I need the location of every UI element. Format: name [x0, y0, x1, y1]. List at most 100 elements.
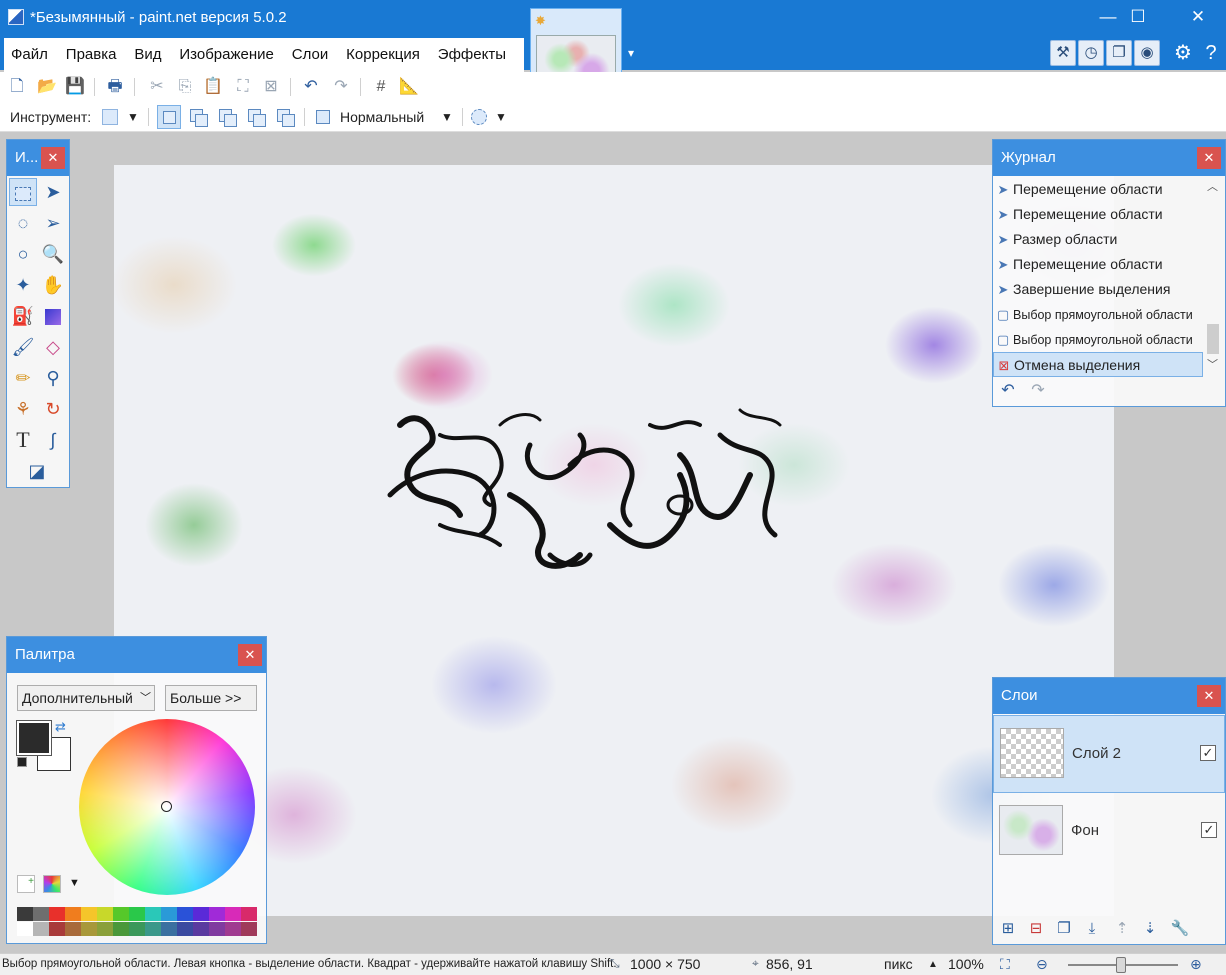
layer-item[interactable]: Фон ✓ [993, 793, 1225, 871]
history-item[interactable]: ➤ Перемещение области [993, 177, 1203, 202]
history-undo-icon[interactable]: ↶ [997, 380, 1019, 402]
palette-color-swatch[interactable] [97, 922, 113, 936]
antialiasing-icon[interactable] [468, 106, 490, 128]
palette-color-swatch[interactable] [209, 907, 225, 921]
blend-mode-value[interactable]: Нормальный [340, 109, 424, 125]
lasso-select-tool-icon[interactable]: ◌ [9, 209, 37, 237]
menu-image[interactable]: Изображение [172, 38, 281, 72]
menu-layers[interactable]: Слои [285, 38, 335, 72]
help-icon[interactable]: ? [1198, 40, 1224, 66]
history-redo-icon[interactable]: ↷ [1027, 380, 1049, 402]
units-dropdown-icon[interactable]: ▲ [928, 959, 938, 970]
history-window-close-button[interactable]: ✕ [1197, 147, 1221, 169]
primary-color-swatch[interactable] [16, 720, 52, 756]
rectangle-select-tool-icon[interactable] [9, 178, 37, 206]
open-file-icon[interactable]: 📂 [36, 76, 58, 98]
new-file-icon[interactable]: 🗋 [6, 76, 28, 98]
magic-wand-tool-icon[interactable]: ✦ [9, 271, 37, 299]
zoom-value[interactable]: 100% [948, 956, 984, 972]
palette-color-swatch[interactable] [145, 907, 161, 921]
menu-file[interactable]: Файл [4, 38, 55, 72]
palette-color-swatch[interactable] [97, 907, 113, 921]
palette-menu-icon[interactable] [43, 875, 61, 893]
close-window-button[interactable]: ✕ [1168, 0, 1226, 36]
palette-color-swatch[interactable] [17, 922, 33, 936]
palette-window-header[interactable]: Палитра ✕ [7, 637, 266, 673]
palette-color-swatch[interactable] [17, 907, 33, 921]
rulers-icon[interactable]: 📐 [398, 76, 420, 98]
duplicate-layer-icon[interactable]: ❐ [1053, 918, 1075, 940]
layers-window-toggle-icon[interactable]: ❐ [1106, 40, 1132, 66]
palette-color-swatch[interactable] [241, 907, 257, 921]
reset-colors-icon[interactable] [17, 757, 27, 767]
clone-stamp-tool-icon[interactable]: ⚘ [9, 395, 37, 423]
pencil-tool-icon[interactable]: ✏ [9, 364, 37, 392]
add-color-to-palette-icon[interactable]: + [17, 875, 35, 893]
crop-to-selection-icon[interactable]: ⛶ [232, 76, 254, 98]
palette-color-swatch[interactable] [145, 922, 161, 936]
palette-color-swatch[interactable] [177, 922, 193, 936]
history-window-toggle-icon[interactable]: ◷ [1078, 40, 1104, 66]
history-item[interactable]: ➤ Завершение выделения [993, 277, 1203, 302]
paste-icon[interactable]: 📋 [202, 76, 224, 98]
swap-colors-icon[interactable]: ⇄ [55, 719, 66, 735]
zoom-in-icon[interactable]: ⊕ [1190, 956, 1202, 973]
zoom-out-icon[interactable]: ⊖ [1036, 956, 1048, 973]
move-layer-down-icon[interactable]: ⇣ [1139, 918, 1161, 940]
add-layer-icon[interactable]: ⊞ [997, 918, 1019, 940]
gradient-tool-icon[interactable] [39, 302, 67, 330]
palette-color-swatch[interactable] [193, 922, 209, 936]
maximize-button[interactable]: ☐ [1108, 0, 1168, 36]
scrollbar-thumb[interactable] [1207, 324, 1219, 354]
current-tool-icon[interactable] [99, 106, 121, 128]
move-selected-pixels-tool-icon[interactable]: ➤ [39, 178, 67, 206]
history-window-header[interactable]: Журнал ✕ [993, 140, 1225, 176]
layer-visibility-checkbox[interactable]: ✓ [1201, 822, 1217, 838]
undo-icon[interactable]: ↶ [300, 76, 322, 98]
palette-color-swatch[interactable] [65, 922, 81, 936]
history-item[interactable]: ▢ Выбор прямоугольной области [993, 327, 1203, 352]
menu-edit[interactable]: Правка [59, 38, 124, 72]
redo-icon[interactable]: ↷ [330, 76, 352, 98]
move-selection-tool-icon[interactable]: ➢ [39, 209, 67, 237]
palette-window-close-button[interactable]: ✕ [238, 644, 262, 666]
history-scrollbar[interactable]: ︿ ﹀ [1205, 178, 1221, 374]
text-tool-icon[interactable]: T [9, 426, 37, 454]
zoom-to-window-icon[interactable]: ⛶ [1000, 956, 1010, 973]
zoom-tool-icon[interactable]: 🔍 [39, 240, 67, 268]
tools-window-close-button[interactable]: ✕ [41, 147, 65, 169]
paint-bucket-tool-icon[interactable]: ⛽ [9, 302, 37, 330]
selection-mode-invert-icon[interactable] [273, 105, 297, 129]
palette-color-swatch[interactable] [241, 922, 257, 936]
menu-effects[interactable]: Эффекты [431, 38, 513, 72]
palette-color-swatch[interactable] [81, 907, 97, 921]
history-item-selected[interactable]: ⊠ Отмена выделения [993, 352, 1203, 377]
history-item[interactable]: ➤ Перемещение области [993, 252, 1203, 277]
selection-mode-intersect-icon[interactable] [244, 105, 268, 129]
selection-quality-icon[interactable] [312, 106, 334, 128]
palette-swatches-row[interactable] [17, 922, 257, 936]
recolor-tool-icon[interactable]: ↻ [39, 395, 67, 423]
units-value[interactable]: пикс [884, 956, 913, 972]
palette-color-swatch[interactable] [193, 907, 209, 921]
zoom-slider-thumb[interactable] [1116, 957, 1126, 973]
paintbrush-tool-icon[interactable]: 🖌 [9, 333, 37, 361]
tool-dropdown-chevron-icon[interactable]: ▼ [122, 106, 144, 128]
scroll-up-icon[interactable]: ︿ [1207, 178, 1218, 194]
deselect-icon[interactable]: ⊠ [260, 76, 282, 98]
layers-window-header[interactable]: Слои ✕ [993, 678, 1225, 714]
palette-color-swatch[interactable] [49, 907, 65, 921]
delete-layer-icon[interactable]: ⊟ [1025, 918, 1047, 940]
scroll-down-icon[interactable]: ﹀ [1207, 356, 1218, 372]
palette-swatches-row[interactable] [17, 907, 257, 921]
color-wheel-selector[interactable] [161, 801, 172, 812]
history-item[interactable]: ▢ Выбор прямоугольной области [993, 302, 1203, 327]
layer-item[interactable]: Слой 2 ✓ [993, 715, 1225, 793]
palette-color-swatch[interactable] [113, 922, 129, 936]
history-item[interactable]: ➤ Размер области [993, 227, 1203, 252]
menu-adjustments[interactable]: Коррекция [339, 38, 427, 72]
colors-window-toggle-icon[interactable]: ◉ [1134, 40, 1160, 66]
history-item[interactable]: ➤ Перемещение области [993, 202, 1203, 227]
palette-menu-chevron-icon[interactable]: ▼ [69, 877, 80, 889]
shapes-tool-icon[interactable]: ◪ [23, 457, 51, 485]
